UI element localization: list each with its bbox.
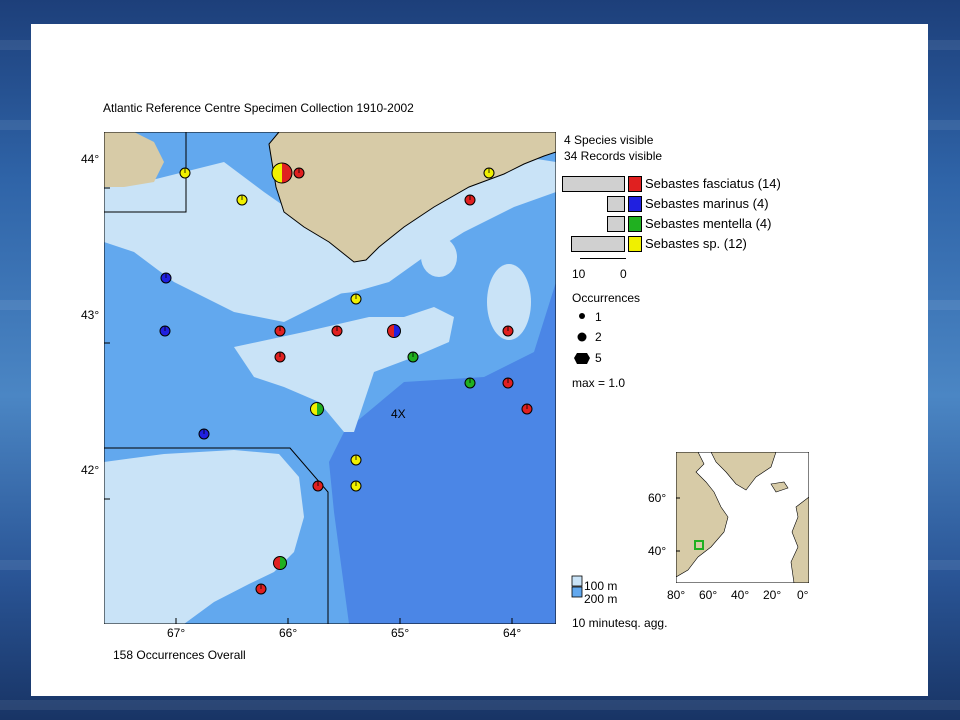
legend-label-3[interactable]: Sebastes sp. (12)	[645, 237, 747, 251]
occurrence-marker	[464, 377, 476, 389]
occurrence-marker	[483, 167, 495, 179]
lon-label-67: 67°	[167, 626, 186, 640]
inset-map	[676, 452, 809, 583]
occurrence-marker	[159, 325, 171, 337]
lat-label-44: 44°	[81, 152, 100, 166]
occurrences-title: Occurrences	[572, 291, 641, 305]
species-visible: 4 Species visible	[564, 133, 654, 147]
occurrence-marker	[407, 351, 419, 363]
occurrence-marker	[387, 324, 401, 338]
occurrence-marker	[160, 272, 172, 284]
depth-label-100: 100 m	[584, 579, 618, 593]
occurrence-size-markers	[574, 313, 590, 364]
lon-label-66: 66°	[279, 626, 298, 640]
lat-label-42: 42°	[81, 463, 100, 477]
lat-label-43: 43°	[81, 308, 100, 322]
occurrence-marker	[274, 325, 286, 337]
occurrence-marker	[464, 194, 476, 206]
legend-label-1[interactable]: Sebastes marinus (4)	[645, 197, 769, 211]
depth-swatch-200	[571, 586, 583, 598]
legend-swatch-2	[628, 216, 642, 232]
inset-lon-20: 20°	[763, 588, 782, 602]
legend-bar-0	[562, 176, 625, 192]
occurrence-marker	[350, 293, 362, 305]
legend-bar-axis	[580, 258, 626, 259]
overall-occurrences: 158 Occurrences Overall	[113, 648, 246, 662]
depth-legend	[571, 575, 583, 598]
depth-swatch-100	[571, 575, 583, 587]
occurrence-marker	[310, 402, 324, 416]
lon-label-65: 65°	[391, 626, 410, 640]
occurrence-marker	[521, 403, 533, 415]
main-map[interactable]: 4X	[104, 132, 556, 624]
shallow-bank-small	[421, 237, 457, 277]
occurrence-marker	[331, 325, 343, 337]
occurrence-marker	[274, 351, 286, 363]
legend-swatch-0	[628, 176, 642, 192]
lon-label-64: 64°	[503, 626, 522, 640]
occurrence-marker	[350, 480, 362, 492]
inset-lat-40: 40°	[648, 544, 667, 558]
occurrence-marker	[312, 480, 324, 492]
occurrence-marker-2	[577, 332, 587, 342]
aggregation-label: 10 minutesq. agg.	[572, 616, 668, 630]
occurrence-marker	[236, 194, 248, 206]
legend-bar-2	[607, 216, 625, 232]
occurrence-marker	[271, 162, 293, 184]
occurrence-marker	[502, 377, 514, 389]
occurrence-marker-1	[579, 313, 585, 319]
occurrence-marker	[179, 167, 191, 179]
bar-axis-label-0: 0	[620, 267, 627, 281]
occurrence-marker	[350, 454, 362, 466]
inset-lon-60: 60°	[699, 588, 718, 602]
occurrence-marker	[293, 167, 305, 179]
inset-lon-80: 80°	[667, 588, 686, 602]
depth-label-200: 200 m	[584, 592, 618, 606]
max-label: max = 1.0	[572, 376, 626, 390]
records-visible: 34 Records visible	[564, 149, 663, 163]
occurrence-marker-5	[574, 353, 590, 364]
legend-swatch-1	[628, 196, 642, 212]
legend-label-0[interactable]: Sebastes fasciatus (14)	[645, 177, 781, 191]
slide: Atlantic Reference Centre Specimen Colle…	[31, 24, 928, 696]
legend-bar-3	[571, 236, 625, 252]
occurrence-size-5: 5	[595, 351, 602, 365]
zone-label: 4X	[391, 407, 406, 421]
occurrence-marker	[502, 325, 514, 337]
inset-lon-0: 0°	[797, 588, 809, 602]
bar-axis-label-10: 10	[572, 267, 586, 281]
occurrence-size-1: 1	[595, 310, 602, 324]
occurrence-marker	[255, 583, 267, 595]
inset-lon-40: 40°	[731, 588, 750, 602]
legend-label-2[interactable]: Sebastes mentella (4)	[645, 217, 771, 231]
legend-bar-1	[607, 196, 625, 212]
legend-swatch-3	[628, 236, 642, 252]
inset-lat-60: 60°	[648, 491, 667, 505]
map-title: Atlantic Reference Centre Specimen Colle…	[103, 101, 414, 115]
occurrence-size-2: 2	[595, 330, 602, 344]
occurrence-marker	[273, 556, 287, 570]
occurrence-marker	[198, 428, 210, 440]
